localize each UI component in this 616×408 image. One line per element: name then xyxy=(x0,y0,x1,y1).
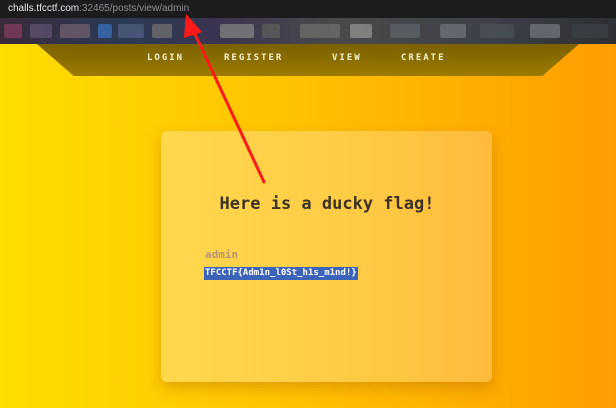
arrow-head xyxy=(184,14,202,38)
arrow-shaft xyxy=(193,32,266,184)
annotation-arrow xyxy=(184,14,266,184)
